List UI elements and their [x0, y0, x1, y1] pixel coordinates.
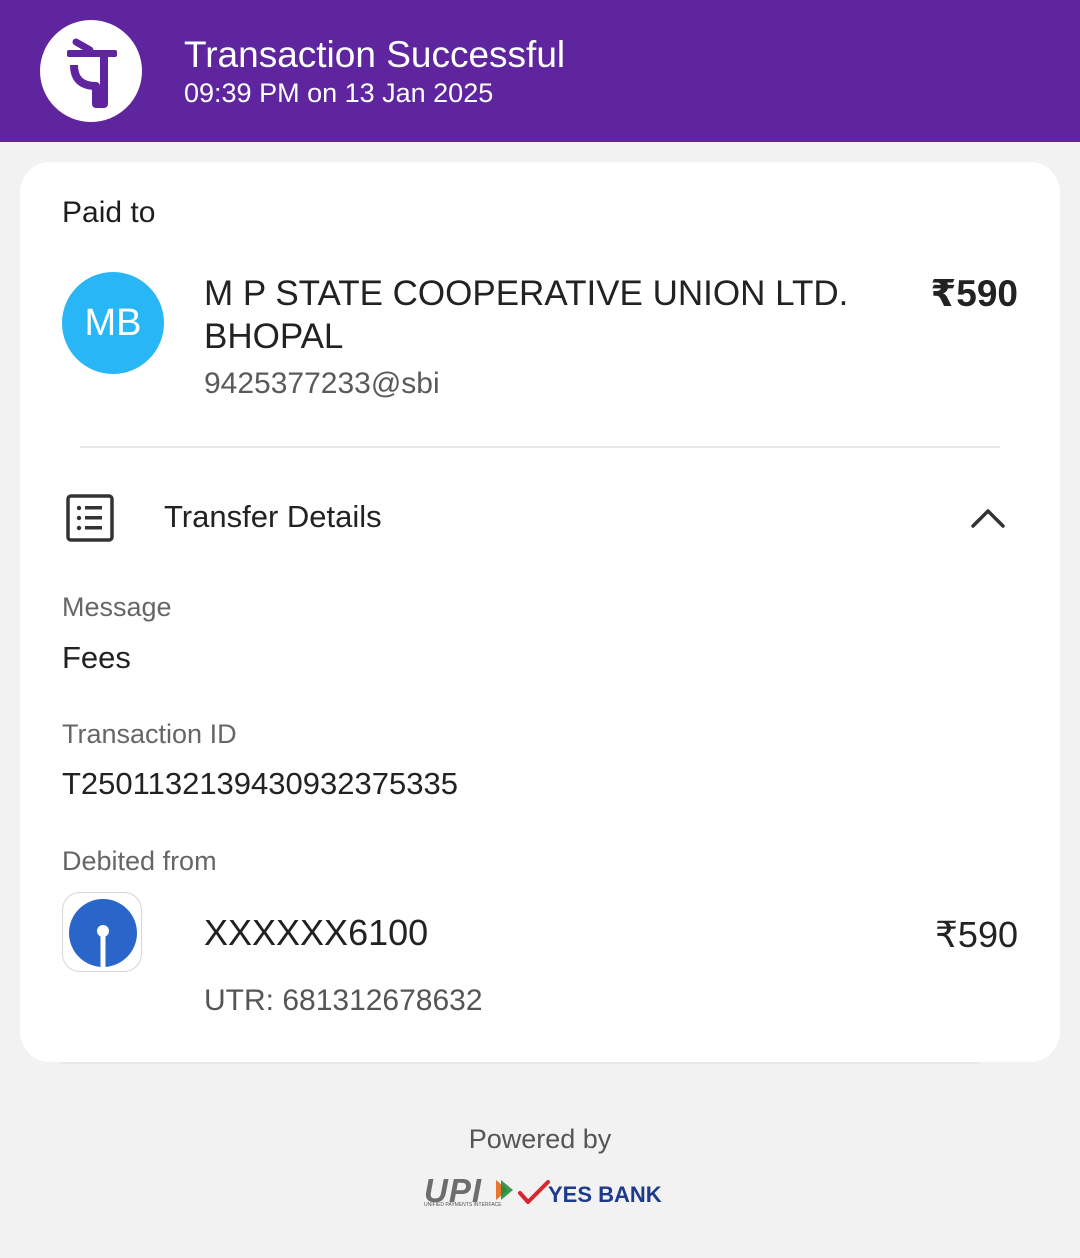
paid-to-label: Paid to [62, 196, 156, 229]
transaction-id-value[interactable]: T2501132139430932375335 [62, 766, 458, 802]
divider [80, 446, 1000, 448]
yes-bank-tick-icon [518, 1180, 550, 1204]
upi-arrow-icon [496, 1180, 513, 1200]
footer-logos: UPI UNIFIED PAYMENTS INTERFACE YES BANK [422, 1172, 662, 1212]
payee-name: M P STATE COOPERATIVE UNION LTD. BHOPAL [204, 274, 849, 356]
utr-number: UTR: 681312678632 [204, 984, 483, 1017]
transaction-timestamp: 09:39 PM on 13 Jan 2025 [184, 78, 494, 108]
receipt-list-icon [66, 494, 116, 549]
header-title: Transaction Successful [184, 34, 566, 75]
transaction-id-label: Transaction ID [62, 719, 237, 749]
chevron-up-icon[interactable] [970, 502, 1006, 537]
transfer-details-title: Transfer Details [164, 499, 382, 534]
debited-amount: ₹590 [935, 914, 1018, 955]
sbi-bank-logo-icon [62, 892, 142, 972]
message-label: Message [62, 592, 172, 622]
phonepe-logo-icon [40, 20, 142, 122]
header-bar: Transaction Successful 09:39 PM on 13 Ja… [0, 0, 1080, 142]
transaction-card: Paid to MB M P STATE COOPERATIVE UNION L… [20, 162, 1060, 1062]
upi-subtext: UNIFIED PAYMENTS INTERFACE [424, 1202, 502, 1208]
debited-account-number: XXXXXX6100 [204, 912, 429, 953]
payee-avatar: MB [62, 272, 164, 374]
footer-divider [60, 1062, 980, 1064]
yes-bank-logo: YES BANK [548, 1182, 662, 1207]
powered-by-label: Powered by [468, 1124, 612, 1154]
message-value: Fees [62, 640, 131, 675]
payment-amount: ₹590 [930, 273, 1018, 314]
debited-from-label: Debited from [62, 846, 217, 876]
payee-vpa: 9425377233@sbi [204, 367, 440, 400]
